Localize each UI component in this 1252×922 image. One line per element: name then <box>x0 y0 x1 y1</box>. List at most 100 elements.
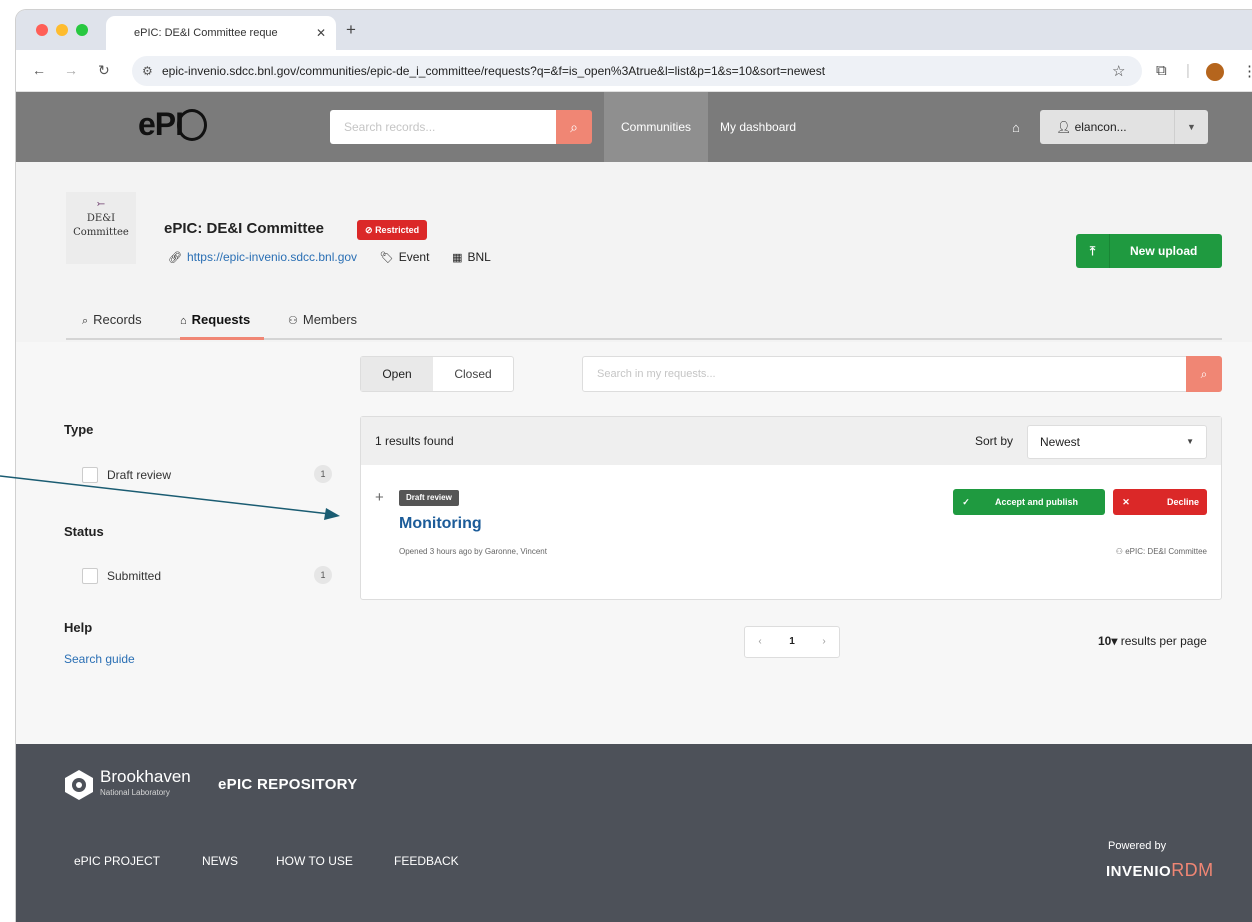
rdm-text: RDM <box>1171 860 1214 880</box>
tab-requests-label: Requests <box>191 312 251 327</box>
results-count: 1 results found <box>375 434 454 448</box>
search-icon: ⌕ <box>1200 367 1208 381</box>
facet-type-title: Type <box>64 422 94 437</box>
sort-by-label: Sort by <box>975 434 1014 448</box>
open-closed-toggle: Open Closed <box>360 356 514 392</box>
site-settings-icon[interactable]: ⚙ <box>142 56 153 86</box>
tab-records-label: Records <box>93 312 142 327</box>
per-page-label: results per page <box>1120 634 1207 648</box>
browser-tab[interactable]: ePIC: DE&I Committee reque ✕ <box>106 16 336 50</box>
results-per-page[interactable]: 10▾ results per page <box>1098 634 1207 648</box>
community-logo: ⤚ DE&I Committee <box>66 192 136 264</box>
search-icon: ⌕ <box>82 315 89 327</box>
brookhaven-logo-icon <box>65 770 93 800</box>
invenio-rdm-logo[interactable]: INVENIORDM <box>1106 860 1214 881</box>
help-title: Help <box>64 620 93 635</box>
community-logo-line1: DE&I <box>86 213 116 224</box>
minimize-window-button[interactable] <box>56 24 68 36</box>
url-text: epic-invenio.sdcc.bnl.gov/communities/ep… <box>162 64 826 78</box>
footer-link-how-to-use[interactable]: HOW TO USE <box>276 854 353 868</box>
epic-logo[interactable]: ePI <box>138 106 208 143</box>
invenio-text: INVENIO <box>1106 863 1172 880</box>
request-type-label: Draft review <box>399 490 459 506</box>
tab-close-icon[interactable]: ✕ <box>316 16 326 50</box>
maximize-window-button[interactable] <box>76 24 88 36</box>
address-bar-row: ← → ↻ ⚙ epic-invenio.sdcc.bnl.gov/commun… <box>16 50 1252 92</box>
nav-my-dashboard[interactable]: My dashboard <box>720 92 796 162</box>
accept-label: Accept and publish <box>995 497 1079 507</box>
chevron-down-icon: ▼ <box>1174 110 1208 144</box>
users-icon: ⚇ <box>1115 547 1123 556</box>
menu-icon[interactable]: ⋮ <box>1242 62 1252 80</box>
request-community: ⚇ ePIC: DE&I Committee <box>1116 547 1207 556</box>
filter-closed-button[interactable]: Closed <box>433 357 513 391</box>
pagination-next[interactable]: › <box>809 627 839 657</box>
check-icon: ✓ <box>962 497 970 507</box>
tab-strip: ePIC: DE&I Committee reque ✕ + ⌄ <box>16 10 1252 50</box>
tab-title: ePIC: DE&I Committee reque <box>134 27 278 39</box>
tab-requests[interactable]: ⌂ Requests <box>180 312 265 340</box>
back-icon[interactable]: ← <box>32 62 46 78</box>
new-upload-button[interactable]: ⤒ New upload <box>1076 234 1222 268</box>
facet-submitted[interactable]: Submitted <box>82 568 161 584</box>
nav-communities[interactable]: Communities <box>604 92 708 162</box>
footer-link-epic-project[interactable]: ePIC PROJECT <box>74 854 160 868</box>
search-guide-link[interactable]: Search guide <box>64 652 135 666</box>
pagination-prev[interactable]: ‹ <box>745 627 775 657</box>
annotation-arrow <box>0 475 340 520</box>
close-window-button[interactable] <box>36 24 48 36</box>
community-tabs: ⌕ Records ⌂ Requests ⚇ Members <box>66 302 1222 340</box>
community-website-link[interactable]: https://epic-invenio.sdcc.bnl.gov <box>187 250 357 264</box>
accept-and-publish-button[interactable]: ✓ Accept and publish <box>953 489 1105 515</box>
footer-link-feedback[interactable]: FEEDBACK <box>394 854 459 868</box>
site-header: ePI ⌕ Communities My dashboard ⌂ 👤︎ elan… <box>16 92 1252 162</box>
request-title-link[interactable]: Monitoring <box>399 515 482 533</box>
profile-avatar[interactable] <box>1206 63 1224 81</box>
search-icon: ⌕ <box>570 119 578 135</box>
search-button[interactable]: ⌕ <box>556 110 592 144</box>
community-organization: BNL <box>467 250 491 264</box>
checkbox[interactable] <box>82 568 98 584</box>
star-icon[interactable]: ☆ <box>1112 62 1125 80</box>
tab-members[interactable]: ⚇ Members <box>288 312 357 340</box>
upload-icon: ⤒ <box>1076 234 1110 268</box>
url-bar[interactable]: ⚙ epic-invenio.sdcc.bnl.gov/communities/… <box>132 56 1142 86</box>
facet-label: Submitted <box>107 569 162 583</box>
restricted-icon: ⊘ <box>365 225 373 235</box>
community-title: ePIC: DE&I Committee <box>164 220 325 237</box>
reload-icon[interactable]: ↻ <box>98 62 110 79</box>
filter-open-button[interactable]: Open <box>361 357 433 391</box>
site-footer: Brookhaven National Laboratory ePIC REPO… <box>16 744 1252 922</box>
community-logo-line2: Committee <box>73 227 129 238</box>
powered-by-label: Powered by <box>1108 840 1167 852</box>
per-page-value: 10 <box>1098 634 1112 648</box>
expand-icon[interactable]: + <box>375 489 384 506</box>
pagination-current[interactable]: 1 <box>775 627 809 657</box>
inbox-icon[interactable]: ⌂ <box>1012 120 1020 135</box>
close-icon: ✕ <box>1122 497 1130 507</box>
new-upload-label: New upload <box>1130 244 1198 258</box>
footer-link-news[interactable]: NEWS <box>202 854 238 868</box>
request-community-name: ePIC: DE&I Committee <box>1125 547 1207 556</box>
decline-button[interactable]: ✕ Decline <box>1113 489 1207 515</box>
restricted-label: Restricted <box>375 225 420 235</box>
sort-select[interactable]: Newest ▼ <box>1027 425 1207 459</box>
building-icon: ▦ <box>452 252 463 264</box>
user-menu[interactable]: 👤︎ elancon... ▼ <box>1040 110 1208 144</box>
new-tab-button[interactable]: + <box>346 20 356 40</box>
tab-records[interactable]: ⌕ Records <box>82 312 142 340</box>
tab-members-label: Members <box>302 312 358 327</box>
search-requests-input[interactable] <box>582 356 1188 392</box>
search-requests-button[interactable]: ⌕ <box>1186 356 1222 392</box>
extensions-icon[interactable]: ⧉ <box>1156 62 1167 79</box>
restricted-badge: ⊘ Restricted <box>357 220 428 240</box>
org-subtitle: National Laboratory <box>100 788 170 797</box>
community-type: Event <box>398 250 430 264</box>
search-records-input[interactable] <box>330 110 556 144</box>
community-meta: 🔗︎ https://epic-invenio.sdcc.bnl.gov 🏷︎ Ev… <box>168 250 491 264</box>
logo-ring-icon <box>177 109 208 141</box>
forward-icon[interactable]: → <box>64 62 78 78</box>
results-header: 1 results found Sort by Newest ▼ <box>361 417 1221 465</box>
facet-count: 1 <box>314 566 332 584</box>
request-meta: Opened 3 hours ago by Garonne, Vincent <box>399 547 547 556</box>
